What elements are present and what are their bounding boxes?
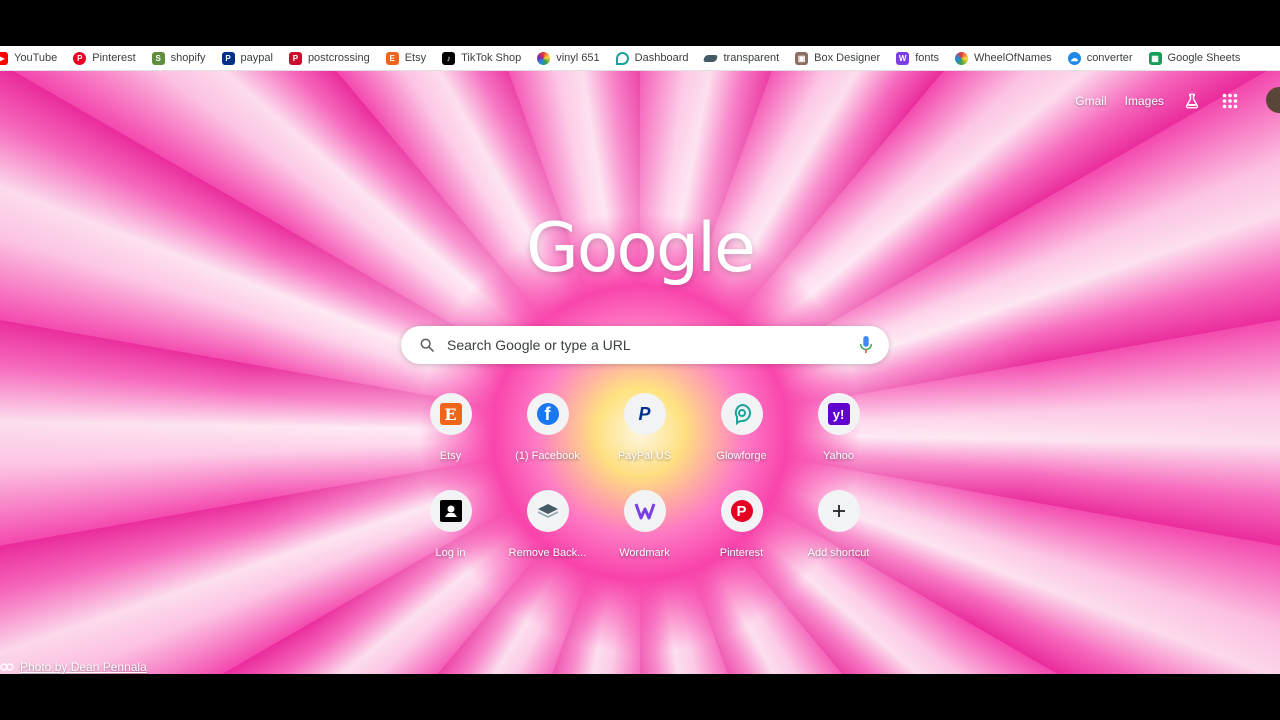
bookmark-label: fonts: [915, 52, 940, 64]
photo-attribution-text[interactable]: Photo by Dean Pennala: [20, 660, 147, 674]
search-icon: [420, 338, 434, 352]
sheets-icon: ▦: [1148, 51, 1162, 65]
paypal-icon: P: [623, 393, 666, 435]
bookmark-converter[interactable]: ☁ converter: [1060, 47, 1141, 69]
shortcut-label: Add shortcut: [807, 547, 870, 559]
shortcut-yahoo[interactable]: y! Yahoo: [790, 391, 887, 475]
shortcut-paypal-us[interactable]: P PayPal US: [596, 391, 693, 475]
bookmark-label: WheelOfNames: [974, 52, 1052, 64]
new-tab-page: Gmail Images Google E Etsy: [0, 71, 1280, 674]
bookmark-paypal[interactable]: P paypal: [214, 47, 281, 69]
search-box[interactable]: [401, 326, 889, 364]
bookmark-label: Google Sheets: [1167, 52, 1241, 64]
bookmark-vinyl-651[interactable]: vinyl 651: [529, 47, 607, 69]
shortcut-glowforge[interactable]: Glowforge: [693, 391, 790, 475]
wheel-icon: [955, 51, 969, 65]
bookmark-box-designer[interactable]: ▣ Box Designer: [787, 47, 888, 69]
shortcut-pinterest[interactable]: P Pinterest: [693, 488, 790, 572]
bookmark-label: converter: [1086, 52, 1133, 64]
bookmark-label: Box Designer: [814, 52, 881, 64]
shortcut-label: Log in: [435, 547, 466, 559]
link-icon: [0, 663, 14, 671]
shortcut-label: PayPal US: [617, 450, 672, 462]
bookmark-tiktok-shop[interactable]: ♪ TikTok Shop: [434, 47, 529, 69]
paypal-icon: P: [221, 51, 235, 65]
microphone-icon[interactable]: [859, 336, 873, 354]
labs-icon[interactable]: [1182, 91, 1202, 111]
layers-icon: [703, 54, 719, 62]
pinterest-icon: P: [720, 490, 763, 532]
bookmark-label: YouTube: [14, 52, 58, 64]
layers-icon: [526, 490, 569, 532]
apps-grid-icon[interactable]: [1220, 91, 1240, 111]
bookmark-label: Dashboard: [634, 52, 689, 64]
bookmark-pinterest[interactable]: P Pinterest: [65, 47, 143, 69]
bookmark-shopify[interactable]: S shopify: [144, 47, 214, 69]
bookmark-label: shopify: [170, 52, 206, 64]
fonts-icon: W: [896, 51, 910, 65]
vinyl-icon: [537, 51, 551, 65]
shortcut-label: Etsy: [439, 450, 462, 462]
facebook-icon: f: [526, 393, 569, 435]
plus-icon: [817, 490, 860, 532]
bookmark-transparent[interactable]: transparent: [696, 47, 787, 69]
yahoo-icon: y!: [817, 393, 860, 435]
shortcut-label: Pinterest: [719, 547, 764, 559]
bookmark-etsy[interactable]: E Etsy: [378, 47, 434, 69]
google-logo: Google: [526, 209, 756, 288]
bookmark-label: vinyl 651: [556, 52, 600, 64]
bookmark-label: paypal: [240, 52, 273, 64]
images-link[interactable]: Images: [1125, 94, 1164, 108]
bookmark-label: Pinterest: [92, 52, 136, 64]
postcrossing-icon: P: [288, 51, 302, 65]
shopify-icon: S: [151, 51, 165, 65]
bookmark-google-sheets[interactable]: ▦ Google Sheets: [1141, 47, 1249, 69]
bookmark-label: transparent: [723, 52, 780, 64]
bookmark-postcrossing[interactable]: P postcrossing: [281, 47, 378, 69]
bookmark-label: TikTok Shop: [461, 52, 522, 64]
bookmark-fonts[interactable]: W fonts: [888, 47, 947, 69]
shortcut-label: (1) Facebook: [515, 450, 580, 462]
shortcut-label: Glowforge: [716, 450, 767, 462]
wordmark-icon: [623, 490, 666, 532]
bookmark-wheelofnames[interactable]: WheelOfNames: [947, 47, 1060, 69]
tiktok-icon: ♪: [442, 51, 456, 65]
photo-attribution[interactable]: Photo by Dean Pennala: [0, 660, 147, 674]
cloud-icon: ☁: [1067, 51, 1081, 65]
shortcut-etsy[interactable]: E Etsy: [402, 391, 499, 475]
bookmark-dashboard[interactable]: Dashboard: [608, 47, 697, 69]
youtube-icon: ▶: [0, 51, 8, 65]
search-input[interactable]: [445, 336, 859, 354]
add-shortcut-button[interactable]: Add shortcut: [790, 488, 887, 572]
glowforge-icon: [720, 393, 763, 435]
shortcut-wordmark[interactable]: Wordmark: [596, 488, 693, 572]
dashboard-icon: [615, 51, 629, 65]
shortcut-label: Wordmark: [619, 547, 670, 559]
top-links: Gmail Images: [1075, 91, 1240, 111]
etsy-icon: E: [429, 393, 472, 435]
pinterest-icon: P: [73, 51, 87, 65]
bookmark-youtube[interactable]: ▶ YouTube: [0, 47, 65, 69]
shortcut-remove-background[interactable]: Remove Back...: [499, 488, 596, 572]
shortcut-log-in[interactable]: Log in: [402, 488, 499, 572]
gmail-link[interactable]: Gmail: [1075, 94, 1106, 108]
bookmark-label: Etsy: [404, 52, 427, 64]
shortcuts-grid: E Etsy f (1) Facebook P PayPal US Glowfo…: [402, 391, 888, 572]
avatar[interactable]: [1266, 87, 1280, 113]
shortcut-facebook[interactable]: f (1) Facebook: [499, 391, 596, 475]
login-icon: [429, 490, 472, 532]
shortcut-label: Remove Back...: [508, 547, 587, 559]
bookmark-label: postcrossing: [307, 52, 370, 64]
etsy-icon: E: [385, 51, 399, 65]
bookmarks-bar: ▶ YouTube P Pinterest S shopify P paypal…: [0, 46, 1280, 71]
box-designer-icon: ▣: [795, 51, 809, 65]
shortcut-label: Yahoo: [823, 450, 854, 462]
